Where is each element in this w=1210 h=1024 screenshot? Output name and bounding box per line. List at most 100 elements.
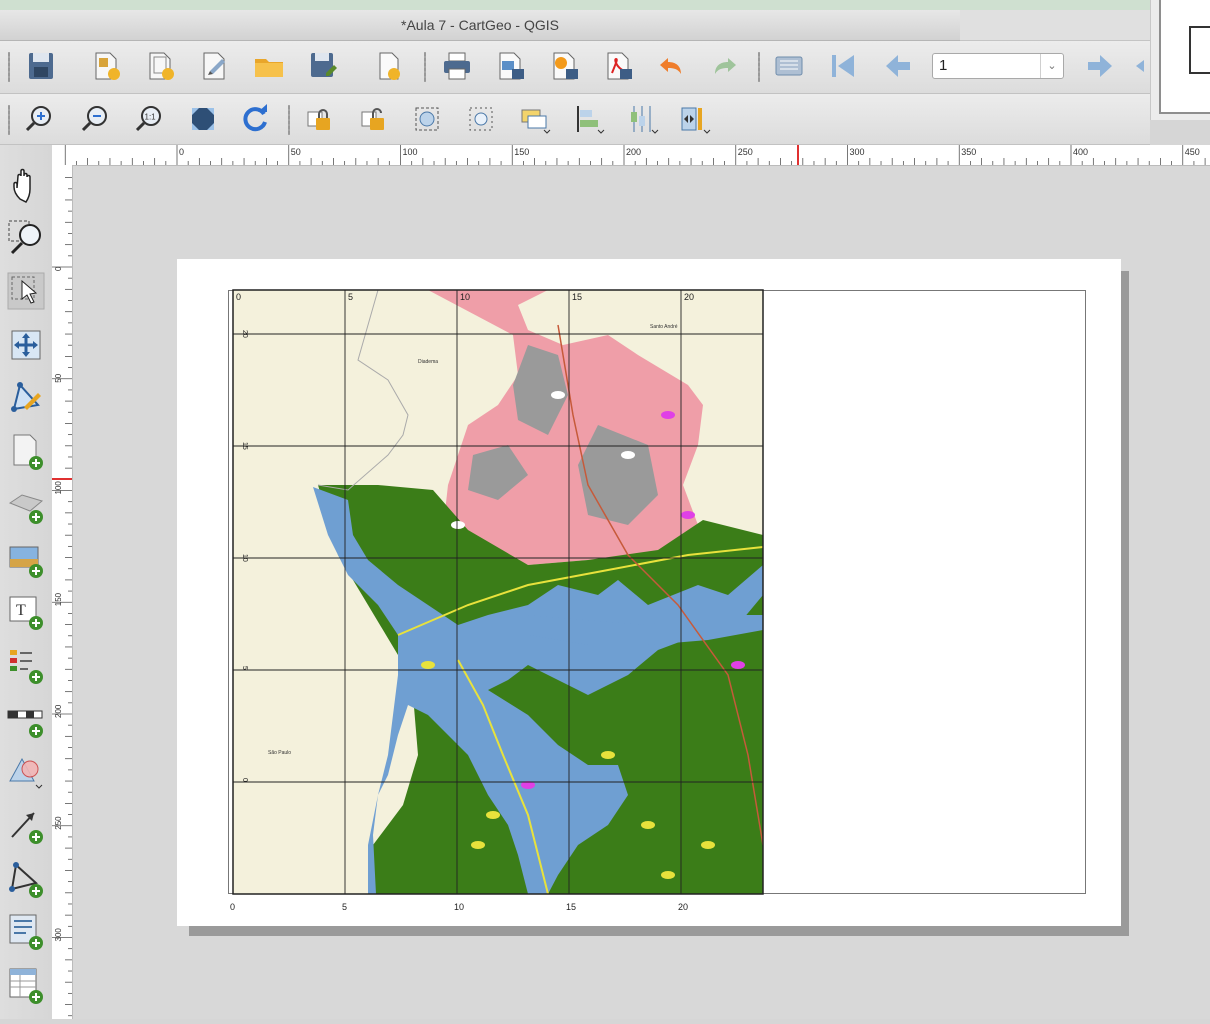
window-titlebar: *Aula 7 - CartGeo - QGIS [0,10,960,41]
add-map-icon[interactable] [6,431,46,471]
map-grid-label: 0 [230,902,235,912]
ruler-label: 450 [1185,147,1200,157]
window-title: *Aula 7 - CartGeo - QGIS [401,17,559,33]
atlas-page-input[interactable]: 1 ⌄ [932,53,1064,79]
zoom-tool-icon[interactable] [6,217,46,257]
next-feature-icon[interactable] [1084,49,1118,83]
lock-items-icon[interactable] [302,102,336,136]
map-grid-label: 15 [241,442,248,450]
map-landcover-patch [621,451,635,459]
open-template-icon[interactable] [252,49,286,83]
add-shape-icon[interactable] [6,751,46,791]
edit-nodes-icon[interactable] [6,377,46,417]
group-items-icon[interactable] [410,102,444,136]
ungroup-items-icon[interactable] [464,102,498,136]
select-move-icon[interactable] [6,271,46,311]
undo-icon[interactable] [656,49,690,83]
panel-frame [1159,0,1210,114]
resize-items-icon[interactable] [678,102,712,136]
zoom-full-icon[interactable] [186,102,220,136]
align-items-icon[interactable] [572,102,606,136]
ruler-label: 300 [54,928,63,942]
save-icon[interactable] [24,49,58,83]
panel-checkbox[interactable] [1189,26,1210,74]
toolbar-separator [288,105,290,135]
vertical-ruler: 0 50 100 150 200 250 300 [52,165,73,1019]
map-landcover-patch [471,841,485,849]
svg-text:T: T [16,602,26,619]
ruler-label: 200 [626,147,641,157]
map-landcover-patch [601,751,615,759]
map-grid-label: 20 [684,292,694,302]
add-3d-map-icon[interactable] [6,485,46,525]
map-grid-label: 0 [236,292,241,302]
svg-text:1:1: 1:1 [145,113,157,122]
add-arrow-icon[interactable] [6,805,46,845]
composer-manager-icon[interactable] [198,49,232,83]
atlas-preview-icon[interactable] [772,49,806,83]
export-pdf-icon[interactable] [602,49,636,83]
refresh-icon[interactable] [238,102,272,136]
add-scalebar-icon[interactable] [6,699,46,739]
last-feature-icon[interactable] [1132,49,1150,83]
save-template-icon[interactable] [306,49,340,83]
map-landcover-patch [661,871,675,879]
ruler-label: 50 [54,373,63,382]
map-grid-label: 10 [454,902,464,912]
map-grid-label: 15 [572,292,582,302]
place-label-santo-andre: Santo André [650,324,678,330]
new-composer-icon[interactable] [90,49,124,83]
map-landcover-patch [421,661,435,669]
pan-icon[interactable] [6,165,46,205]
ruler-label: 300 [850,147,865,157]
map-grid-label: 20 [241,330,248,338]
export-svg-icon[interactable] [548,49,582,83]
map-grid-label: 10 [460,292,470,302]
ruler-label: 150 [514,147,529,157]
distribute-items-icon[interactable] [626,102,660,136]
add-label-icon[interactable]: T [6,591,46,631]
map-grid-label: 15 [566,902,576,912]
add-legend-icon[interactable] [6,645,46,685]
ruler-label: 100 [54,481,63,495]
ruler-label: 100 [403,147,418,157]
toolbar-handle[interactable] [8,52,10,82]
chevron-down-icon[interactable]: ⌄ [1040,54,1063,78]
toolbar-handle[interactable] [8,105,10,135]
previous-feature-icon[interactable] [880,49,914,83]
zoom-out-icon[interactable] [78,102,112,136]
map-grid-label: 0 [241,778,248,782]
add-node-item-icon[interactable] [6,859,46,899]
print-icon[interactable] [440,49,474,83]
atlas-page-value: 1 [939,57,948,74]
ruler-label: 200 [54,704,63,718]
export-image-icon[interactable] [494,49,528,83]
new-page-icon[interactable] [372,49,406,83]
ruler-label: 250 [54,816,63,830]
items-panel-fragment [1150,0,1210,120]
first-feature-icon[interactable] [826,49,860,83]
map-landcover-patch [641,821,655,829]
ruler-label: 350 [961,147,976,157]
map-landcover-patch [731,661,745,669]
navigation-toolbar: 1:1 [0,94,1150,145]
map-landcover-patch [486,811,500,819]
raise-items-icon[interactable] [518,102,552,136]
map-grid-label: 10 [241,554,248,562]
titlebar-extension [960,10,1150,41]
vertical-ruler-scale: 0 50 100 150 200 250 300 [52,177,72,1017]
move-item-content-icon[interactable] [6,325,46,365]
horizontal-ruler: 0 50 100 150 200 250 300 350 400 450 [52,145,1210,166]
unlock-items-icon[interactable] [356,102,390,136]
toolbar-separator [758,52,760,82]
map-item[interactable]: 0 5 10 15 20 0 5 10 15 20 20 15 10 5 0 Diadema Santo A… [228,285,768,915]
map-grid-label: 20 [678,902,688,912]
add-picture-icon[interactable] [6,539,46,579]
redo-icon[interactable] [706,49,740,83]
zoom-100-icon[interactable]: 1:1 [132,102,166,136]
zoom-in-icon[interactable] [22,102,56,136]
duplicate-composer-icon[interactable] [144,49,178,83]
add-html-icon[interactable] [6,911,46,951]
map-landcover-patch [681,511,695,519]
add-attribute-table-icon[interactable] [6,965,46,1005]
